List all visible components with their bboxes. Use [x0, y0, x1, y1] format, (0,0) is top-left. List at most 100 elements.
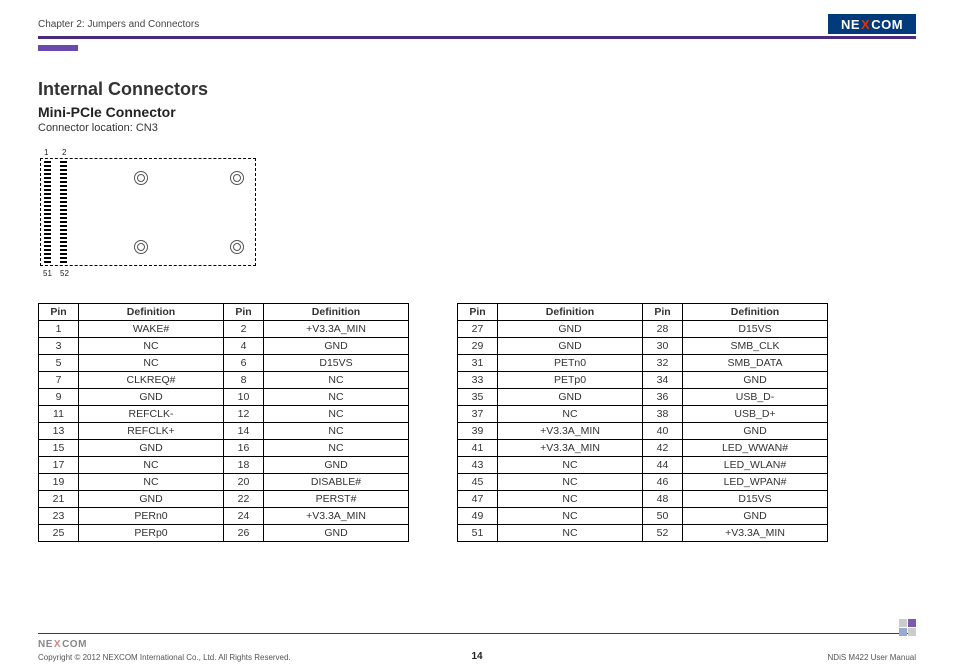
table-row: 27GND28D15VS	[458, 321, 828, 338]
footer-rule	[38, 633, 916, 634]
col-def: Definition	[498, 304, 643, 321]
footer: NEXCOM Copyright © 2012 NEXCOM Internati…	[38, 633, 916, 662]
pin-cell: 41	[458, 440, 498, 457]
table-header-row: Pin Definition Pin Definition	[458, 304, 828, 321]
table-row: 37NC38USB_D+	[458, 406, 828, 423]
pin-cell: 12	[224, 406, 264, 423]
pin-cell: 36	[643, 389, 683, 406]
definition-cell: NC	[79, 338, 224, 355]
pin-cell: 1	[39, 321, 79, 338]
definition-cell: NC	[264, 406, 409, 423]
chapter-label: Chapter 2: Jumpers and Connectors	[38, 19, 199, 30]
pin-cell: 19	[39, 474, 79, 491]
pin-cell: 15	[39, 440, 79, 457]
definition-cell: GND	[498, 338, 643, 355]
pin-cell: 14	[224, 423, 264, 440]
outline-box	[40, 158, 256, 266]
table-row: 5NC6D15VS	[39, 355, 409, 372]
definition-cell: NC	[498, 457, 643, 474]
col-def: Definition	[683, 304, 828, 321]
pin-cell: 11	[39, 406, 79, 423]
definition-cell: GND	[264, 338, 409, 355]
pin-cell: 29	[458, 338, 498, 355]
pin-cell: 45	[458, 474, 498, 491]
table-header-row: Pin Definition Pin Definition	[39, 304, 409, 321]
col-def: Definition	[79, 304, 224, 321]
definition-cell: NC	[264, 423, 409, 440]
pin-column-odd	[44, 161, 51, 263]
definition-cell: USB_D+	[683, 406, 828, 423]
definition-cell: NC	[498, 406, 643, 423]
definition-cell: PETp0	[498, 372, 643, 389]
table-row: 47NC48D15VS	[458, 491, 828, 508]
pin-label-51: 51	[43, 269, 52, 278]
pin-cell: 51	[458, 525, 498, 542]
table-row: 13REFCLK+14NC	[39, 423, 409, 440]
pin-table-right: Pin Definition Pin Definition 27GND28D15…	[457, 303, 828, 542]
pin-cell: 4	[224, 338, 264, 355]
definition-cell: +V3.3A_MIN	[683, 525, 828, 542]
page-title: Internal Connectors	[38, 79, 916, 100]
pin-cell: 52	[643, 525, 683, 542]
pin-cell: 20	[224, 474, 264, 491]
footer-squares-icon	[899, 619, 916, 636]
definition-cell: PETn0	[498, 355, 643, 372]
definition-cell: NC	[264, 389, 409, 406]
pin-cell: 50	[643, 508, 683, 525]
definition-cell: SMB_CLK	[683, 338, 828, 355]
pin-label-2: 2	[62, 148, 66, 157]
definition-cell: D15VS	[683, 321, 828, 338]
definition-cell: LED_WPAN#	[683, 474, 828, 491]
definition-cell: LED_WLAN#	[683, 457, 828, 474]
definition-cell: GND	[79, 491, 224, 508]
pin-cell: 16	[224, 440, 264, 457]
pin-cell: 7	[39, 372, 79, 389]
pin-cell: 23	[39, 508, 79, 525]
table-row: 41+V3.3A_MIN42LED_WWAN#	[458, 440, 828, 457]
pin-cell: 8	[224, 372, 264, 389]
pin-cell: 43	[458, 457, 498, 474]
table-row: 29GND30SMB_CLK	[458, 338, 828, 355]
pin-cell: 39	[458, 423, 498, 440]
pin-cell: 9	[39, 389, 79, 406]
definition-cell: +V3.3A_MIN	[498, 423, 643, 440]
mount-hole-icon	[230, 240, 244, 254]
logo-bottom: NEXCOM	[38, 637, 98, 651]
pin-cell: 26	[224, 525, 264, 542]
header-rule	[38, 36, 916, 39]
pin-cell: 32	[643, 355, 683, 372]
table-row: 21GND22PERST#	[39, 491, 409, 508]
mount-hole-icon	[230, 171, 244, 185]
table-row: 23PERn024+V3.3A_MIN	[39, 508, 409, 525]
definition-cell: NC	[498, 525, 643, 542]
pin-label-1: 1	[44, 148, 48, 157]
pin-cell: 40	[643, 423, 683, 440]
definition-cell: GND	[498, 321, 643, 338]
pin-cell: 22	[224, 491, 264, 508]
definition-cell: REFCLK-	[79, 406, 224, 423]
col-def: Definition	[264, 304, 409, 321]
col-pin: Pin	[458, 304, 498, 321]
pin-cell: 35	[458, 389, 498, 406]
table-row: 19NC20DISABLE#	[39, 474, 409, 491]
table-row: 15GND16NC	[39, 440, 409, 457]
pin-cell: 37	[458, 406, 498, 423]
table-row: 31PETn032SMB_DATA	[458, 355, 828, 372]
pin-cell: 42	[643, 440, 683, 457]
pin-cell: 33	[458, 372, 498, 389]
pin-column-even	[60, 161, 67, 263]
table-row: 43NC44LED_WLAN#	[458, 457, 828, 474]
definition-cell: GND	[264, 457, 409, 474]
pin-cell: 34	[643, 372, 683, 389]
pin-cell: 30	[643, 338, 683, 355]
definition-cell: +V3.3A_MIN	[264, 508, 409, 525]
pin-cell: 13	[39, 423, 79, 440]
pin-table-left: Pin Definition Pin Definition 1WAKE#2+V3…	[38, 303, 409, 542]
col-pin: Pin	[39, 304, 79, 321]
table-row: 33PETp034GND	[458, 372, 828, 389]
pin-cell: 47	[458, 491, 498, 508]
definition-cell: NC	[498, 491, 643, 508]
definition-cell: LED_WWAN#	[683, 440, 828, 457]
definition-cell: CLKREQ#	[79, 372, 224, 389]
definition-cell: PERST#	[264, 491, 409, 508]
